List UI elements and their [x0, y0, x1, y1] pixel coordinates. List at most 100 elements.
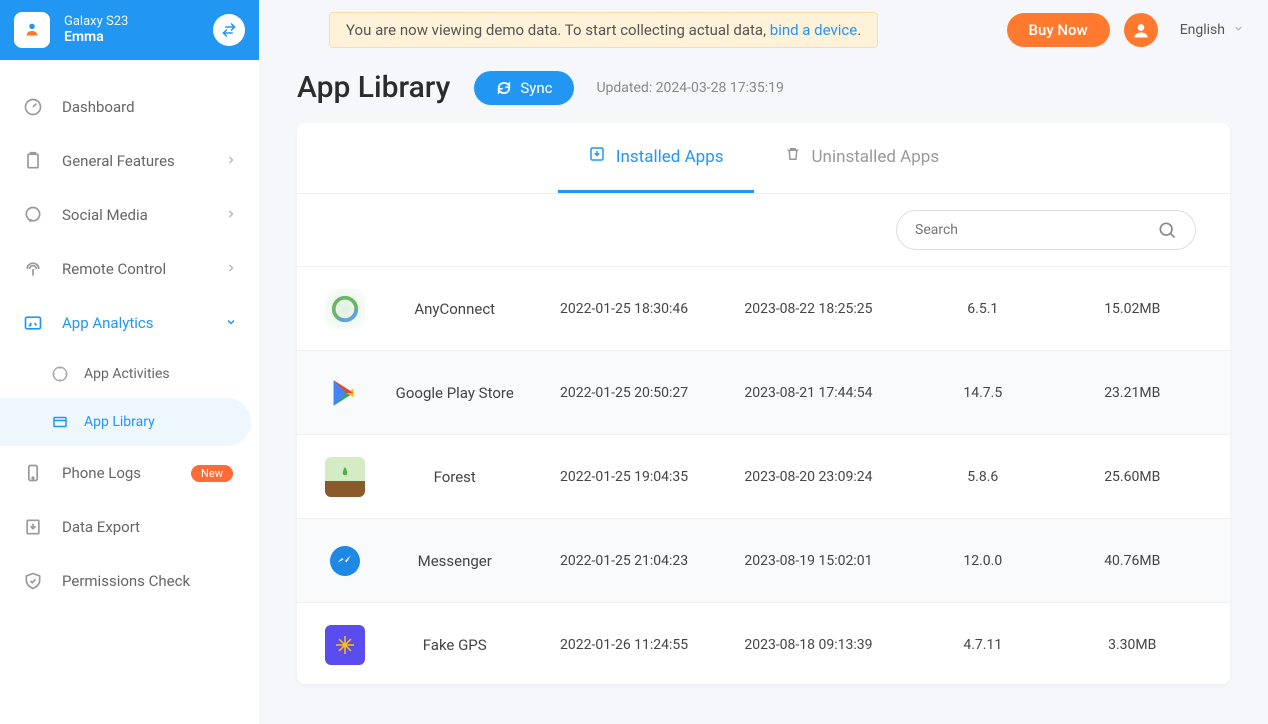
- user-icon: [1131, 20, 1151, 40]
- nav-label: General Features: [62, 152, 175, 170]
- nav-label: Permissions Check: [62, 572, 190, 590]
- app-version: 4.7.11: [903, 637, 1062, 653]
- app-date2: 2023-08-21 17:44:54: [714, 385, 903, 401]
- trash-icon: [784, 145, 802, 168]
- app-date1: 2022-01-25 18:30:46: [534, 301, 713, 317]
- search-icon: [1157, 220, 1177, 240]
- demo-banner: You are now viewing demo data. To start …: [329, 12, 878, 48]
- table-row[interactable]: Messenger 2022-01-25 21:04:23 2023-08-19…: [297, 518, 1230, 602]
- app-date2: 2023-08-20 23:09:24: [714, 469, 903, 485]
- nav-dashboard[interactable]: Dashboard: [0, 80, 259, 134]
- app-size: 23.21MB: [1063, 385, 1203, 401]
- app-name: Forest: [375, 468, 534, 486]
- nav-data-export[interactable]: Data Export: [0, 500, 259, 554]
- nav-label: App Analytics: [62, 314, 153, 332]
- nav-general-features[interactable]: General Features: [0, 134, 259, 188]
- app-icon-forest: [325, 457, 365, 497]
- sidebar: Galaxy S23 Emma Dashboard General Featur…: [0, 0, 259, 724]
- banner-period: .: [857, 21, 861, 39]
- top-bar: You are now viewing demo data. To start …: [259, 0, 1268, 60]
- nav-label: Phone Logs: [62, 464, 141, 482]
- nav: Dashboard General Features Social Media …: [0, 60, 259, 608]
- nav-phone-logs[interactable]: Phone Logs New: [0, 446, 259, 500]
- shield-icon: [22, 570, 44, 592]
- app-library-card: Installed Apps Uninstalled Apps AnyConne…: [297, 123, 1230, 684]
- language-label: English: [1180, 22, 1225, 38]
- app-name: Fake GPS: [375, 636, 534, 654]
- app-icon-messenger: [325, 541, 365, 581]
- chevron-right-icon: [225, 260, 237, 278]
- app-icon-anyconnect: [325, 289, 365, 329]
- sync-device-button[interactable]: [213, 14, 245, 46]
- download-icon: [588, 145, 606, 168]
- search-row: [297, 194, 1230, 266]
- nav-label: Dashboard: [62, 98, 135, 116]
- apps-icon: [22, 312, 44, 334]
- nav-label: Social Media: [62, 206, 148, 224]
- main: You are now viewing demo data. To start …: [259, 0, 1268, 724]
- nav-remote-control[interactable]: Remote Control: [0, 242, 259, 296]
- activity-icon: [50, 364, 70, 384]
- gauge-icon: [22, 96, 44, 118]
- app-size: 25.60MB: [1063, 469, 1203, 485]
- app-date1: 2022-01-25 19:04:35: [534, 469, 713, 485]
- phone-icon: [22, 462, 44, 484]
- export-icon: [22, 516, 44, 538]
- nav-label: Data Export: [62, 518, 140, 536]
- bind-device-link[interactable]: bind a device: [770, 21, 857, 39]
- language-selector[interactable]: English: [1180, 22, 1244, 38]
- chevron-down-icon: [1233, 22, 1244, 38]
- tabs: Installed Apps Uninstalled Apps: [297, 123, 1230, 194]
- nav-social-media[interactable]: Social Media: [0, 188, 259, 242]
- device-info: Galaxy S23 Emma: [64, 14, 213, 46]
- new-badge: New: [191, 465, 233, 482]
- table-row[interactable]: AnyConnect 2022-01-25 18:30:46 2023-08-2…: [297, 266, 1230, 350]
- device-name: Galaxy S23: [64, 14, 213, 30]
- chevron-right-icon: [225, 152, 237, 170]
- app-size: 15.02MB: [1063, 301, 1203, 317]
- buy-now-button[interactable]: Buy Now: [1007, 13, 1110, 47]
- refresh-icon: [496, 80, 512, 96]
- search-input[interactable]: [915, 222, 1157, 238]
- tab-label: Installed Apps: [616, 147, 724, 167]
- table-row[interactable]: Forest 2022-01-25 19:04:35 2023-08-20 23…: [297, 434, 1230, 518]
- app-date1: 2022-01-25 21:04:23: [534, 553, 713, 569]
- app-table[interactable]: AnyConnect 2022-01-25 18:30:46 2023-08-2…: [297, 266, 1230, 684]
- chat-icon: [22, 204, 44, 226]
- subnav-app-activities[interactable]: App Activities: [0, 350, 259, 398]
- table-row[interactable]: Google Play Store 2022-01-25 20:50:27 20…: [297, 350, 1230, 434]
- table-row[interactable]: Fake GPS 2022-01-26 11:24:55 2023-08-18 …: [297, 602, 1230, 684]
- tab-uninstalled-apps[interactable]: Uninstalled Apps: [754, 123, 970, 193]
- app-name: AnyConnect: [375, 300, 534, 318]
- app-size: 3.30MB: [1063, 637, 1203, 653]
- nav-label: App Library: [84, 414, 155, 430]
- nav-permissions-check[interactable]: Permissions Check: [0, 554, 259, 608]
- sync-label: Sync: [520, 79, 552, 97]
- user-avatar[interactable]: [1124, 13, 1158, 47]
- app-version: 12.0.0: [903, 553, 1062, 569]
- subnav-app-library[interactable]: App Library: [0, 398, 251, 446]
- device-user: Emma: [64, 29, 213, 46]
- app-name: Messenger: [375, 552, 534, 570]
- clipboard-icon: [22, 150, 44, 172]
- search-box[interactable]: [896, 210, 1196, 250]
- app-date1: 2022-01-25 20:50:27: [534, 385, 713, 401]
- antenna-icon: [22, 258, 44, 280]
- app-version: 6.5.1: [903, 301, 1062, 317]
- nav-app-analytics[interactable]: App Analytics: [0, 296, 259, 350]
- sync-button[interactable]: Sync: [474, 71, 574, 105]
- tab-label: Uninstalled Apps: [812, 147, 940, 167]
- sidebar-header: Galaxy S23 Emma: [0, 0, 259, 60]
- updated-text: Updated: 2024-03-28 17:35:19: [596, 80, 783, 96]
- content: App Library Sync Updated: 2024-03-28 17:…: [259, 60, 1268, 684]
- app-logo: [14, 12, 50, 48]
- chevron-right-icon: [225, 206, 237, 224]
- page-title: App Library: [297, 70, 450, 105]
- app-date2: 2023-08-18 09:13:39: [714, 637, 903, 653]
- banner-text: You are now viewing demo data. To start …: [346, 21, 770, 39]
- app-version: 14.7.5: [903, 385, 1062, 401]
- library-icon: [50, 412, 70, 432]
- swap-icon: [220, 21, 238, 39]
- tab-installed-apps[interactable]: Installed Apps: [558, 123, 754, 193]
- app-icon-fake-gps: [325, 625, 365, 665]
